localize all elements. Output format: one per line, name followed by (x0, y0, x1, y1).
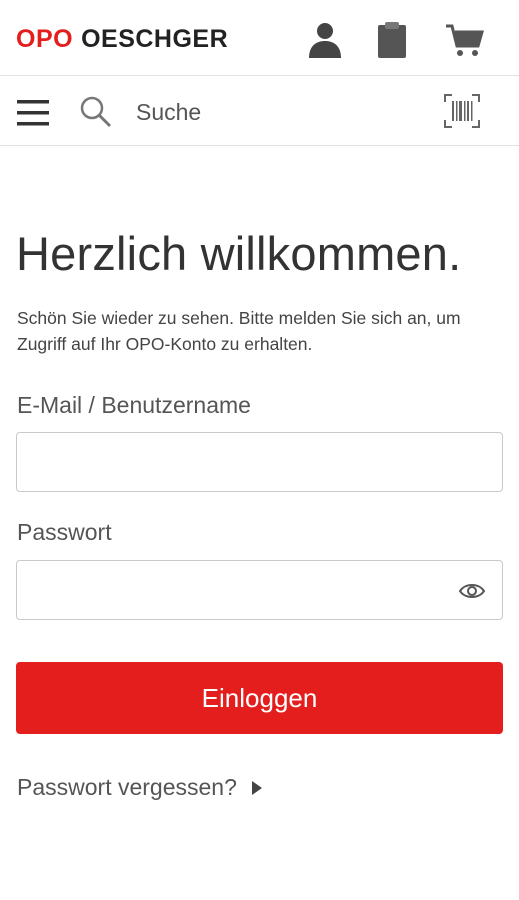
menu-icon[interactable] (16, 96, 50, 130)
login-button[interactable]: Einloggen (16, 662, 503, 734)
email-label: E-Mail / Benutzername (17, 392, 251, 418)
caret-right-icon (251, 780, 262, 795)
forgot-password-label: Passwort vergessen? (17, 774, 237, 800)
user-icon[interactable] (305, 20, 345, 60)
email-field-wrapper (16, 432, 503, 492)
top-header: OPO OESCHGER (0, 0, 519, 76)
search-input[interactable] (134, 94, 428, 130)
password-label: Passwort (17, 519, 112, 545)
intro-text: Schön Sie wieder zu sehen. Bitte melden … (17, 308, 461, 354)
password-field[interactable] (17, 561, 502, 619)
email-field[interactable] (17, 433, 502, 491)
eye-icon[interactable] (458, 579, 486, 603)
barcode-icon[interactable] (444, 94, 480, 128)
clipboard-icon[interactable] (372, 20, 412, 60)
forgot-password-link[interactable]: Passwort vergessen? (17, 774, 263, 801)
opo-oeschger-logo[interactable]: OPO OESCHGER (16, 24, 228, 54)
search-icon (80, 96, 112, 128)
password-field-wrapper (16, 560, 503, 620)
welcome-heading: Herzlich willkommen. (16, 227, 462, 280)
logo-oeschger-text: OESCHGER (81, 24, 229, 53)
cart-icon[interactable] (445, 20, 485, 60)
logo-opo-text: OPO (16, 24, 74, 53)
